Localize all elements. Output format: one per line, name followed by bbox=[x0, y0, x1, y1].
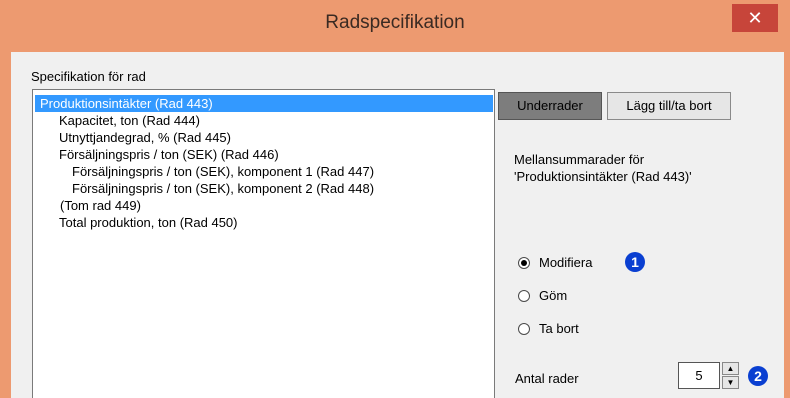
radio-gom[interactable] bbox=[518, 290, 530, 302]
tab-add-remove[interactable]: Lägg till/ta bort bbox=[607, 92, 731, 120]
radio-label-modifiera[interactable]: Modifiera bbox=[539, 255, 592, 270]
window-title: Radspecifikation bbox=[325, 12, 465, 33]
tree-item-rad-448[interactable]: Försäljningspris / ton (SEK), komponent … bbox=[72, 180, 374, 197]
radio-ta-bort[interactable] bbox=[518, 323, 530, 335]
radio-label-gom[interactable]: Göm bbox=[539, 288, 567, 303]
radio-label-ta-bort[interactable]: Ta bort bbox=[539, 321, 579, 336]
tree-item-rad-447[interactable]: Försäljningspris / ton (SEK), komponent … bbox=[72, 163, 374, 180]
radio-selected-dot bbox=[521, 260, 527, 266]
radio-modifiera[interactable] bbox=[518, 257, 530, 269]
spinner-up-button[interactable]: ▲ bbox=[722, 362, 739, 375]
dialog-body: Specifikation för rad Produktionsintäkte… bbox=[11, 52, 784, 398]
row-count-spinner[interactable]: ▲ ▼ bbox=[722, 362, 739, 389]
description-line-1: Mellansummarader för bbox=[514, 152, 645, 167]
row-tree[interactable]: Produktionsintäkter (Rad 443) Kapacitet,… bbox=[32, 89, 495, 398]
tree-item-rad-443[interactable]: Produktionsintäkter (Rad 443) bbox=[35, 95, 493, 112]
title-bar[interactable]: Radspecifikation ✕ bbox=[0, 0, 790, 52]
spec-label: Specifikation för rad bbox=[31, 69, 146, 84]
callout-badge-2: 2 bbox=[748, 366, 768, 386]
tab-sub-rows[interactable]: Underrader bbox=[498, 92, 602, 120]
row-count-label: Antal rader bbox=[515, 371, 579, 386]
row-count-input[interactable]: 5 bbox=[678, 362, 720, 389]
tree-item-rad-444[interactable]: Kapacitet, ton (Rad 444) bbox=[59, 112, 200, 129]
tree-item-rad-445[interactable]: Utnyttjandegrad, % (Rad 445) bbox=[59, 129, 231, 146]
spinner-down-button[interactable]: ▼ bbox=[722, 376, 739, 389]
tree-item-rad-446[interactable]: Försäljningspris / ton (SEK) (Rad 446) bbox=[59, 146, 279, 163]
tree-item-rad-450[interactable]: Total produktion, ton (Rad 450) bbox=[59, 214, 238, 231]
callout-badge-1: 1 bbox=[625, 252, 645, 272]
description-line-2: 'Produktionsintäkter (Rad 443)' bbox=[514, 169, 692, 184]
tree-item-rad-449[interactable]: (Tom rad 449) bbox=[60, 197, 141, 214]
close-button[interactable]: ✕ bbox=[732, 4, 778, 32]
dialog-window: Radspecifikation ✕ Specifikation för rad… bbox=[0, 0, 790, 398]
